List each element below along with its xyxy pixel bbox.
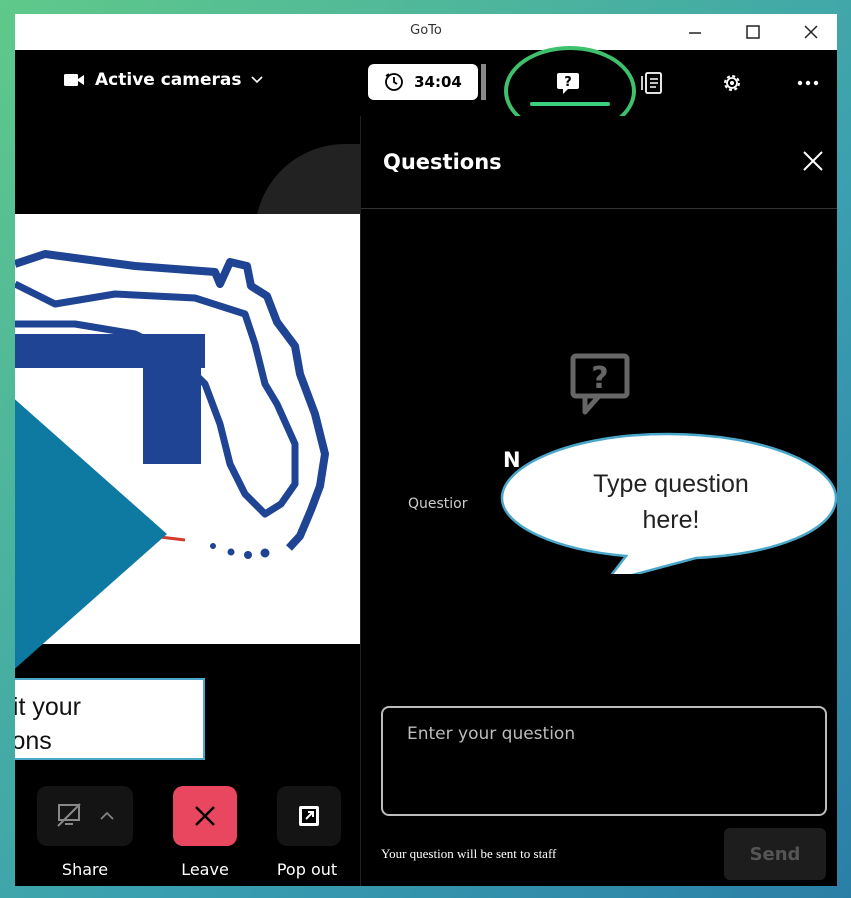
maximize-icon [746,25,760,39]
empty-state-subtitle: Questior [408,496,468,512]
send-button[interactable]: Send [724,828,826,880]
gear-icon [724,75,740,91]
speech-bubble-line1: Type question [593,470,749,498]
question-input[interactable]: Enter your question [381,706,827,816]
settings-button[interactable] [717,68,747,98]
callout-line2: tions [15,727,52,755]
more-icon [797,80,819,86]
leave-control[interactable]: Leave [173,786,237,879]
helper-text: Your question will be sent to staff [381,846,557,861]
camera-selector[interactable]: Active cameras [63,70,264,90]
notes-button[interactable] [637,68,667,98]
share-label: Share [61,860,109,879]
toolbar: Active cameras 34:04 ? [15,46,837,136]
svg-text:?: ? [591,361,608,396]
session-timer[interactable]: 34:04 [368,64,478,100]
video-camera-icon [64,74,84,86]
question-input-placeholder: Enter your question [407,724,576,744]
leave-label: Leave [181,860,229,879]
leave-x-icon [195,806,215,826]
popout-label: Pop out [276,860,338,879]
arrow-annotation [15,364,167,704]
popout-button[interactable] [277,786,341,846]
chevron-up-icon [100,811,114,820]
popout-icon [299,806,319,826]
minimize-button[interactable] [675,18,715,46]
maximize-button[interactable] [733,18,773,46]
title-bar: GoTo [15,14,837,50]
window-close-button[interactable] [791,18,831,46]
clock-icon [385,73,404,91]
app-window: GoTo Active cameras 34:04 ? Share Leave … [15,14,837,886]
panel-header: Questions [361,116,837,209]
callout-line1: nit your [15,693,81,721]
close-icon [803,151,823,171]
camera-selector-label: Active cameras [95,70,242,90]
question-chat-icon: ? [570,353,630,415]
timer-divider [481,64,486,100]
share-screen-icon [57,803,81,827]
speech-bubble-line2: here! [642,506,700,534]
share-button[interactable] [37,786,133,846]
questions-panel: Questions ? N Questior Type question her… [360,116,837,886]
chevron-down-icon [251,76,264,84]
video-area: Share Leave Pop out [15,116,435,886]
submit-callout-box: nit your tions [15,678,205,760]
popout-control[interactable]: Pop out [273,786,341,879]
close-icon [804,25,818,39]
notes-icon [641,72,662,94]
minimize-icon [689,32,701,34]
speech-bubble-text: Type question here! [521,466,821,538]
timer-value: 34:04 [414,73,462,91]
empty-state-icon: ? [567,350,633,420]
share-control[interactable]: Share [37,786,133,879]
panel-close-button[interactable] [798,146,828,176]
more-options-button[interactable] [793,68,823,98]
leave-button[interactable] [173,786,237,846]
panel-title: Questions [383,150,502,174]
